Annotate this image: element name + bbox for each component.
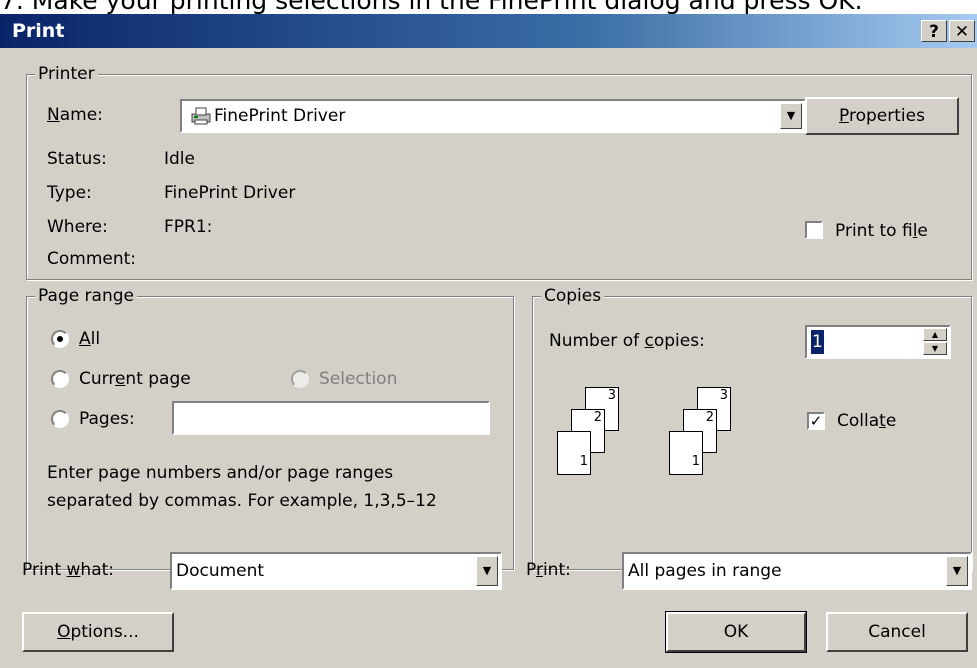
print-combo[interactable]: All pages in range ▼	[622, 552, 972, 590]
collate-illustration-a: 3 2 1	[557, 387, 637, 497]
print-value: All pages in range	[628, 561, 782, 581]
page-range-hint-line1: Enter page numbers and/or page ranges	[47, 463, 394, 483]
current-page-radio[interactable]	[51, 370, 69, 388]
page-range-group: Page range All Current page Selection Pa…	[26, 284, 514, 570]
collate-illustration-b: 3 2 1	[669, 387, 749, 497]
copies-value: 1	[811, 330, 824, 354]
print-to-file-checkbox[interactable]	[805, 221, 823, 239]
copies-group: Copies Number of copies: 1 ▲ ▼ 3 2 1 3 2…	[532, 284, 972, 570]
where-value: FPR1:	[164, 217, 213, 237]
page-icon-1: 1	[557, 431, 591, 475]
current-page-radio-label: Current page	[79, 369, 191, 389]
printer-group-label: Printer	[35, 62, 98, 86]
copies-down-button[interactable]: ▼	[923, 342, 947, 355]
page-range-group-label: Page range	[35, 284, 137, 308]
print-what-value: Document	[176, 561, 265, 581]
print-to-file-label: Print to file	[835, 221, 928, 241]
name-label: Name:	[47, 105, 103, 125]
type-value: FinePrint Driver	[164, 183, 296, 203]
print-what-combo[interactable]: Document ▼	[170, 552, 502, 590]
printer-icon	[190, 106, 212, 126]
cancel-button[interactable]: Cancel	[826, 612, 968, 652]
where-label: Where:	[47, 217, 108, 237]
print-what-label: Print what:	[22, 560, 115, 580]
selection-radio	[291, 370, 309, 388]
options-button[interactable]: Options...	[22, 612, 174, 652]
chevron-down-icon: ▼	[482, 564, 492, 577]
copies-spinner[interactable]: 1 ▲ ▼	[805, 325, 951, 359]
all-radio-label: All	[79, 329, 101, 349]
collate-checkbox[interactable]: ✓	[807, 412, 825, 430]
close-icon: ✕	[954, 22, 970, 42]
print-dropdown-arrow[interactable]: ▼	[946, 556, 968, 586]
print-label: Print:	[526, 560, 571, 580]
radio-selected-dot	[57, 336, 63, 342]
properties-button[interactable]: Properties	[805, 97, 959, 135]
help-button[interactable]: ?	[921, 20, 947, 42]
page-icon-1: 1	[669, 431, 703, 475]
copies-up-button[interactable]: ▲	[923, 328, 947, 341]
check-icon: ✓	[809, 412, 823, 430]
number-of-copies-label: Number of copies:	[549, 331, 705, 351]
status-value: Idle	[164, 149, 195, 169]
print-what-dropdown-arrow[interactable]: ▼	[476, 556, 498, 586]
printer-name-dropdown-arrow[interactable]: ▼	[780, 103, 802, 129]
comment-label: Comment:	[47, 249, 137, 269]
page-range-hint-line2: separated by commas. For example, 1,3,5–…	[47, 491, 437, 511]
selection-radio-label: Selection	[319, 369, 398, 389]
printer-name-combo[interactable]: FinePrint Driver ▼	[180, 99, 806, 133]
title-bar[interactable]: Print ? ✕	[0, 14, 977, 48]
all-radio[interactable]	[51, 330, 69, 348]
pages-radio-label: Pages:	[79, 409, 135, 429]
chevron-down-icon: ▼	[952, 564, 962, 577]
copies-group-label: Copies	[541, 284, 605, 308]
print-dialog: Printer Name: FinePrint Driver ▼ Propert…	[0, 48, 977, 668]
pages-radio[interactable]	[51, 410, 69, 428]
pages-input[interactable]	[172, 401, 490, 435]
help-icon: ?	[929, 22, 939, 42]
type-label: Type:	[47, 183, 92, 203]
status-label: Status:	[47, 149, 107, 169]
arrow-down-icon: ▼	[931, 344, 939, 353]
chevron-down-icon: ▼	[786, 109, 796, 122]
arrow-up-icon: ▲	[931, 330, 939, 339]
collate-label: Collate	[837, 411, 897, 431]
printer-group: Printer Name: FinePrint Driver ▼ Propert…	[26, 62, 972, 280]
printer-name-value: FinePrint Driver	[214, 106, 346, 126]
close-button[interactable]: ✕	[949, 20, 975, 42]
window-title: Print	[12, 20, 65, 42]
ok-button[interactable]: OK	[666, 612, 806, 652]
